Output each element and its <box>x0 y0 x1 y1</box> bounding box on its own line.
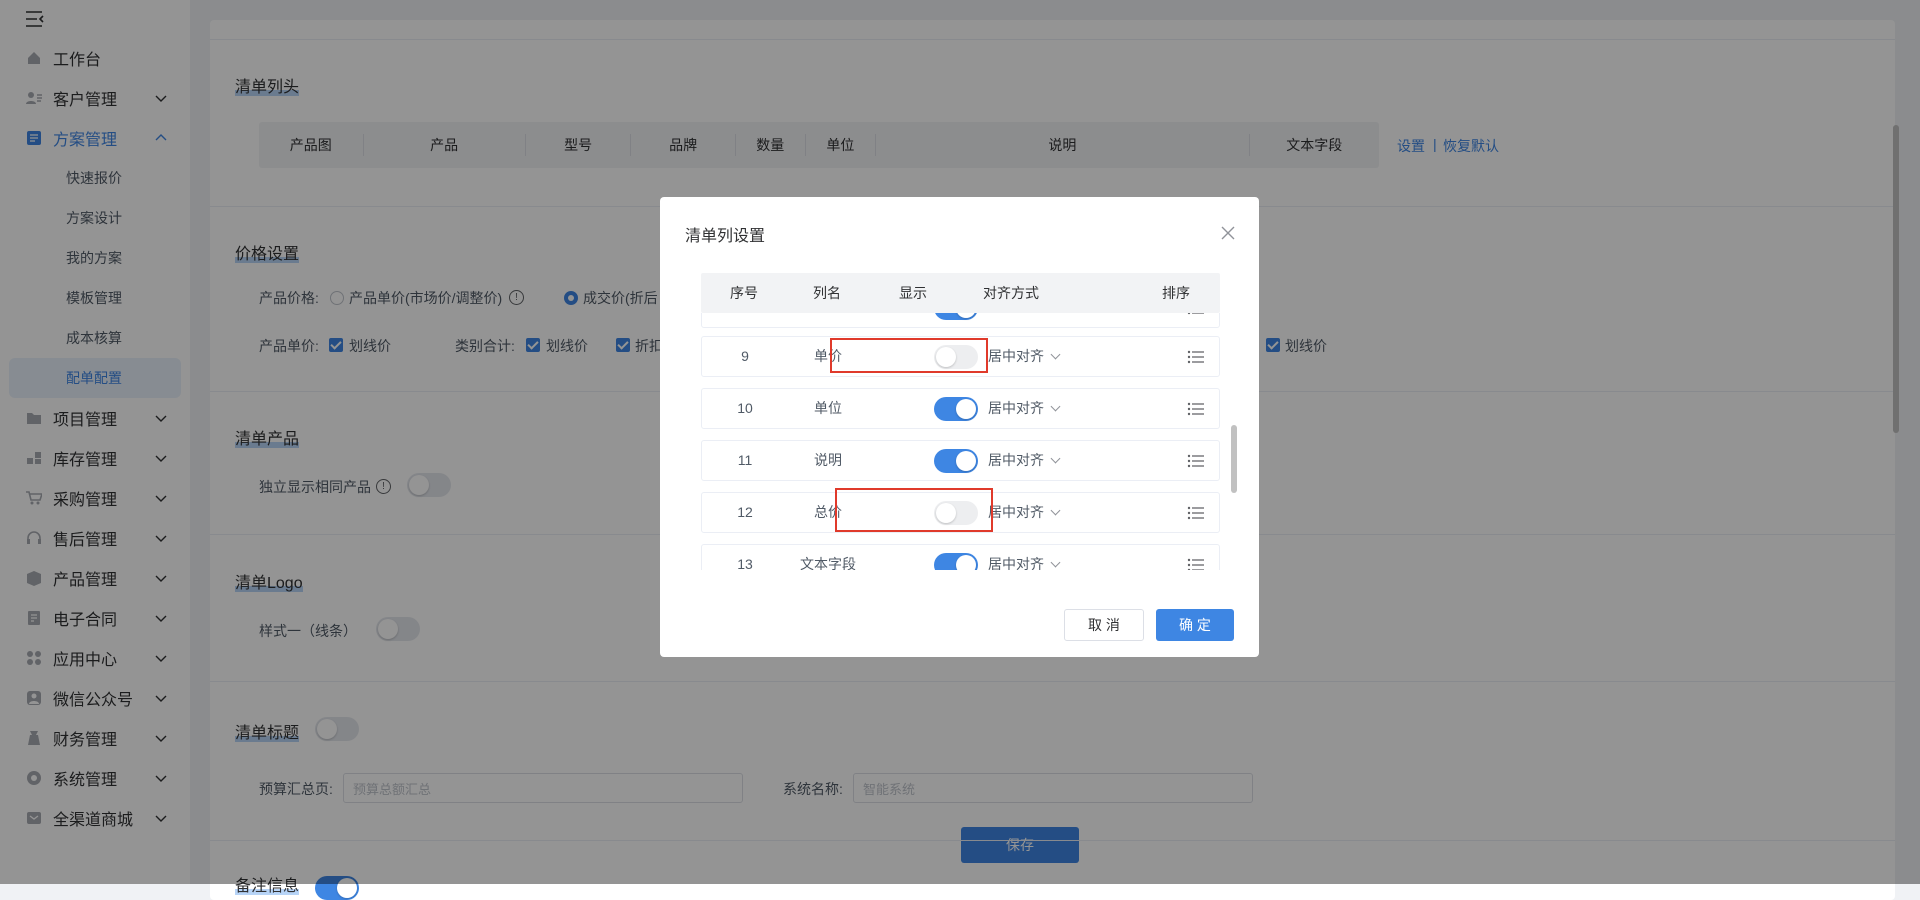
show-toggle[interactable] <box>934 313 978 320</box>
row-index: 9 <box>741 348 749 364</box>
column-header: 对齐方式 <box>983 285 1039 301</box>
table-row: 10 单位 居中对齐 <box>701 388 1220 429</box>
highlight-box <box>830 338 988 373</box>
dialog-table-header: 序号 列名 显示 对齐方式 排序 <box>701 273 1220 313</box>
align-select[interactable]: 居中对齐 <box>988 545 1061 570</box>
align-select[interactable]: 居中对齐 <box>988 337 1061 376</box>
align-value: 居中对齐 <box>988 348 1044 364</box>
dialog-table-body: 9 单价 居中对齐 10 单位 居中对齐 11 说明 居中对齐 12 总价 居中 <box>660 313 1259 570</box>
drag-handle-icon[interactable] <box>1187 349 1205 365</box>
drag-handle-icon[interactable] <box>1187 557 1205 570</box>
column-header: 排序 <box>1162 285 1190 301</box>
drag-handle-icon[interactable] <box>1187 505 1205 521</box>
column-header: 序号 <box>730 285 758 301</box>
close-icon[interactable] <box>1219 224 1237 242</box>
chevron-down-icon <box>1050 557 1061 568</box>
align-select[interactable]: 居中对齐 <box>988 389 1061 428</box>
dialog-title: 清单列设置 <box>685 228 766 245</box>
row-column-name: 文本字段 <box>800 556 856 570</box>
dialog-scrollbar[interactable] <box>1231 425 1237 493</box>
row-index: 10 <box>737 400 753 416</box>
align-value: 居中对齐 <box>988 452 1044 468</box>
highlight-box <box>835 488 993 532</box>
column-header: 显示 <box>899 285 927 301</box>
chevron-down-icon <box>1050 453 1061 464</box>
confirm-button[interactable]: 确 定 <box>1156 609 1234 641</box>
align-value: 居中对齐 <box>988 504 1044 520</box>
drag-handle-icon[interactable] <box>1187 453 1205 469</box>
chevron-down-icon <box>1050 401 1061 412</box>
row-index: 12 <box>737 504 753 520</box>
row-column-name: 单位 <box>814 400 842 416</box>
cancel-button[interactable]: 取 消 <box>1064 609 1144 641</box>
show-toggle[interactable] <box>934 397 978 421</box>
column-header: 列名 <box>813 285 841 301</box>
table-row: 13 文本字段 居中对齐 <box>701 544 1220 570</box>
drag-handle-icon[interactable] <box>1187 401 1205 417</box>
column-settings-dialog: 清单列设置 序号 列名 显示 对齐方式 排序 9 单价 居中对齐 10 单位 居… <box>660 197 1259 657</box>
show-toggle[interactable] <box>934 449 978 473</box>
row-column-name: 说明 <box>814 452 842 468</box>
table-row: 11 说明 居中对齐 <box>701 440 1220 481</box>
align-value: 居中对齐 <box>988 400 1044 416</box>
align-select[interactable]: 居中对齐 <box>988 493 1061 532</box>
drag-handle-icon[interactable] <box>1187 313 1205 316</box>
table-row <box>701 313 1220 328</box>
align-value: 居中对齐 <box>988 556 1044 570</box>
chevron-down-icon <box>1050 505 1061 516</box>
row-index: 13 <box>737 556 753 570</box>
chevron-down-icon <box>1050 349 1061 360</box>
row-index: 11 <box>737 452 753 468</box>
align-select[interactable]: 居中对齐 <box>988 441 1061 480</box>
show-toggle[interactable] <box>934 553 978 570</box>
